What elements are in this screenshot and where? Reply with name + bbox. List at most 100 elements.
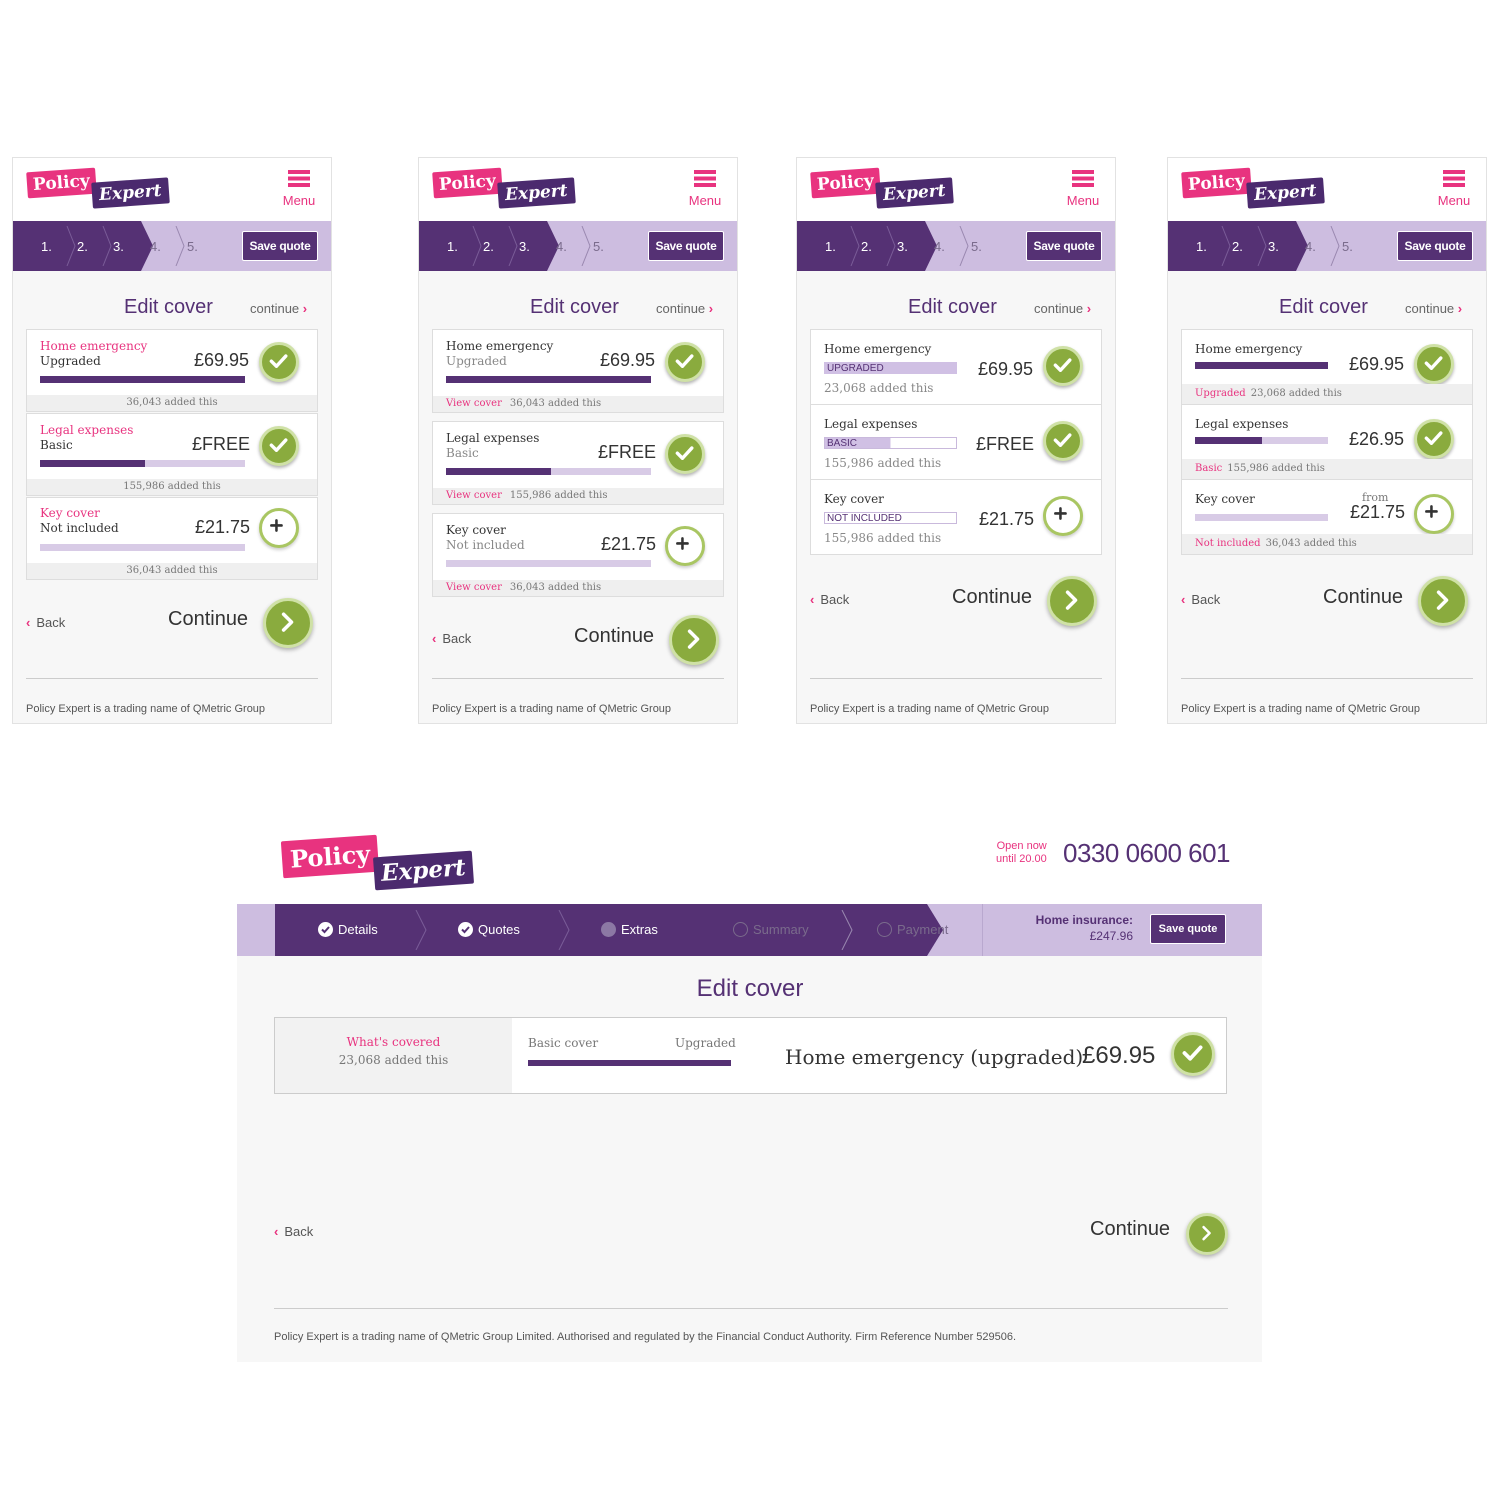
step-1[interactable]: 1. <box>825 239 836 254</box>
page-title: Edit cover <box>1279 296 1368 318</box>
continue-button[interactable] <box>263 598 313 648</box>
continue-link[interactable]: continue › <box>250 301 307 316</box>
selected-check-button[interactable] <box>665 342 705 382</box>
continue-label: Continue <box>952 586 1033 608</box>
plus-icon <box>1425 505 1438 518</box>
add-cover-button[interactable] <box>259 508 299 548</box>
cover-card-key-cover: Key cover NOT INCLUDED 155,986 added thi… <box>810 479 1102 555</box>
step-summary: Summary <box>733 922 809 937</box>
continue-label: Continue <box>1090 1218 1171 1240</box>
card-footer: Basic 155,986 added this <box>1182 459 1472 479</box>
chevron-right-icon: › <box>708 301 714 316</box>
step-2[interactable]: 2. <box>483 239 494 254</box>
add-cover-button[interactable] <box>1043 496 1083 536</box>
step-2[interactable]: 2. <box>861 239 872 254</box>
phone-number[interactable]: 0330 0600 601 <box>1063 838 1231 869</box>
cover-level-fill <box>40 376 245 383</box>
add-cover-button[interactable] <box>665 526 705 566</box>
desktop-logo[interactable]: Policy Expert <box>280 834 474 891</box>
cover-level-bar <box>446 560 651 567</box>
cover-name: Home emergency <box>824 342 932 356</box>
selected-check-button[interactable] <box>1043 421 1083 461</box>
view-cover-link[interactable]: View cover <box>446 582 502 593</box>
cover-level-bar <box>40 544 245 551</box>
check-icon <box>1053 433 1072 447</box>
empty-circle-icon <box>877 922 892 937</box>
footer-text: Policy Expert is a trading name of QMetr… <box>810 703 1050 715</box>
chevron-icon <box>850 226 860 266</box>
whats-covered-link[interactable]: What's covered <box>275 1035 512 1049</box>
save-quote-button[interactable]: Save quote <box>1150 914 1226 944</box>
cover-level-fill <box>446 468 551 475</box>
menu-button[interactable]: Menu <box>277 170 321 208</box>
step-2[interactable]: 2. <box>1232 239 1243 254</box>
continue-link[interactable]: continue › <box>656 301 713 316</box>
logo[interactable]: Policy Expert <box>432 167 576 209</box>
step-3[interactable]: 3. <box>897 239 908 254</box>
step-quotes[interactable]: Quotes <box>458 922 520 937</box>
selected-check-button[interactable] <box>259 342 299 382</box>
cover-name: Legal expenses <box>824 417 918 431</box>
step-2[interactable]: 2. <box>77 239 88 254</box>
step-details[interactable]: Details <box>318 922 378 937</box>
step-1[interactable]: 1. <box>41 239 52 254</box>
step-3[interactable]: 3. <box>519 239 530 254</box>
back-link[interactable]: ‹ Back <box>1181 592 1220 607</box>
selected-check-button[interactable] <box>1171 1032 1215 1076</box>
check-circle-icon <box>458 922 473 937</box>
continue-button[interactable] <box>1418 576 1468 626</box>
view-cover-link[interactable]: View cover <box>446 490 502 501</box>
cover-level-fill <box>40 460 145 467</box>
save-quote-button[interactable]: Save quote <box>242 231 318 261</box>
add-cover-button[interactable] <box>1414 494 1454 534</box>
cover-card-key-cover: Key cover Not included £21.75 36,043 add… <box>26 497 318 580</box>
cover-card-legal-expenses: Legal expenses BASIC 155,986 added this … <box>810 404 1102 480</box>
menu-button[interactable]: Menu <box>1061 170 1105 208</box>
added-count: 155,986 added this <box>824 531 942 545</box>
step-3[interactable]: 3. <box>113 239 124 254</box>
step-1[interactable]: 1. <box>1196 239 1207 254</box>
logo[interactable]: Policy Expert <box>1181 167 1325 209</box>
back-link[interactable]: ‹ Back <box>810 592 849 607</box>
logo[interactable]: Policy Expert <box>26 167 170 209</box>
cover-card-home-emergency: Home emergency £69.95 Upgraded 23,068 add… <box>1181 329 1473 405</box>
selected-check-button[interactable] <box>1043 346 1083 386</box>
logo[interactable]: Policy Expert <box>810 167 954 209</box>
continue-button[interactable] <box>669 615 719 665</box>
continue-link-label: continue <box>1034 301 1084 316</box>
back-link[interactable]: ‹ Back <box>274 1224 313 1239</box>
continue-link[interactable]: continue › <box>1034 301 1091 316</box>
back-label: Back <box>820 592 850 607</box>
selected-check-button[interactable] <box>665 434 705 474</box>
back-label: Back <box>442 631 472 646</box>
continue-button[interactable] <box>1186 1213 1228 1255</box>
menu-button[interactable]: Menu <box>683 170 727 208</box>
mobile-screen-1: Policy Expert Menu 1. 2. 3. 4. 5. Save q… <box>13 158 331 723</box>
step-3[interactable]: 3. <box>1268 239 1279 254</box>
back-link[interactable]: ‹ Back <box>432 631 471 646</box>
logo-expert: Expert <box>496 177 576 209</box>
save-quote-button[interactable]: Save quote <box>648 231 724 261</box>
menu-button[interactable]: Menu <box>1432 170 1476 208</box>
view-cover-link[interactable]: View cover <box>446 398 502 409</box>
save-quote-button[interactable]: Save quote <box>1397 231 1473 261</box>
selected-check-button[interactable] <box>1414 419 1454 459</box>
continue-link[interactable]: continue › <box>1405 301 1462 316</box>
divider <box>432 678 724 679</box>
logo-expert: Expert <box>874 177 954 209</box>
step-extras[interactable]: Extras <box>601 922 658 937</box>
home-insurance-amount: £247.96 <box>1089 929 1133 943</box>
step-label: Summary <box>753 922 809 937</box>
selected-check-button[interactable] <box>259 426 299 466</box>
mobile-header: Policy Expert Menu <box>419 158 737 221</box>
step-label: Details <box>338 922 378 937</box>
plus-icon <box>270 519 283 532</box>
save-quote-button[interactable]: Save quote <box>1026 231 1102 261</box>
step-1[interactable]: 1. <box>447 239 458 254</box>
back-link[interactable]: ‹ Back <box>26 615 65 630</box>
cover-level-bar[interactable] <box>528 1060 731 1066</box>
chevron-icon <box>1330 226 1340 266</box>
cover-level-bar <box>1195 437 1328 444</box>
selected-check-button[interactable] <box>1414 344 1454 384</box>
continue-button[interactable] <box>1047 576 1097 626</box>
